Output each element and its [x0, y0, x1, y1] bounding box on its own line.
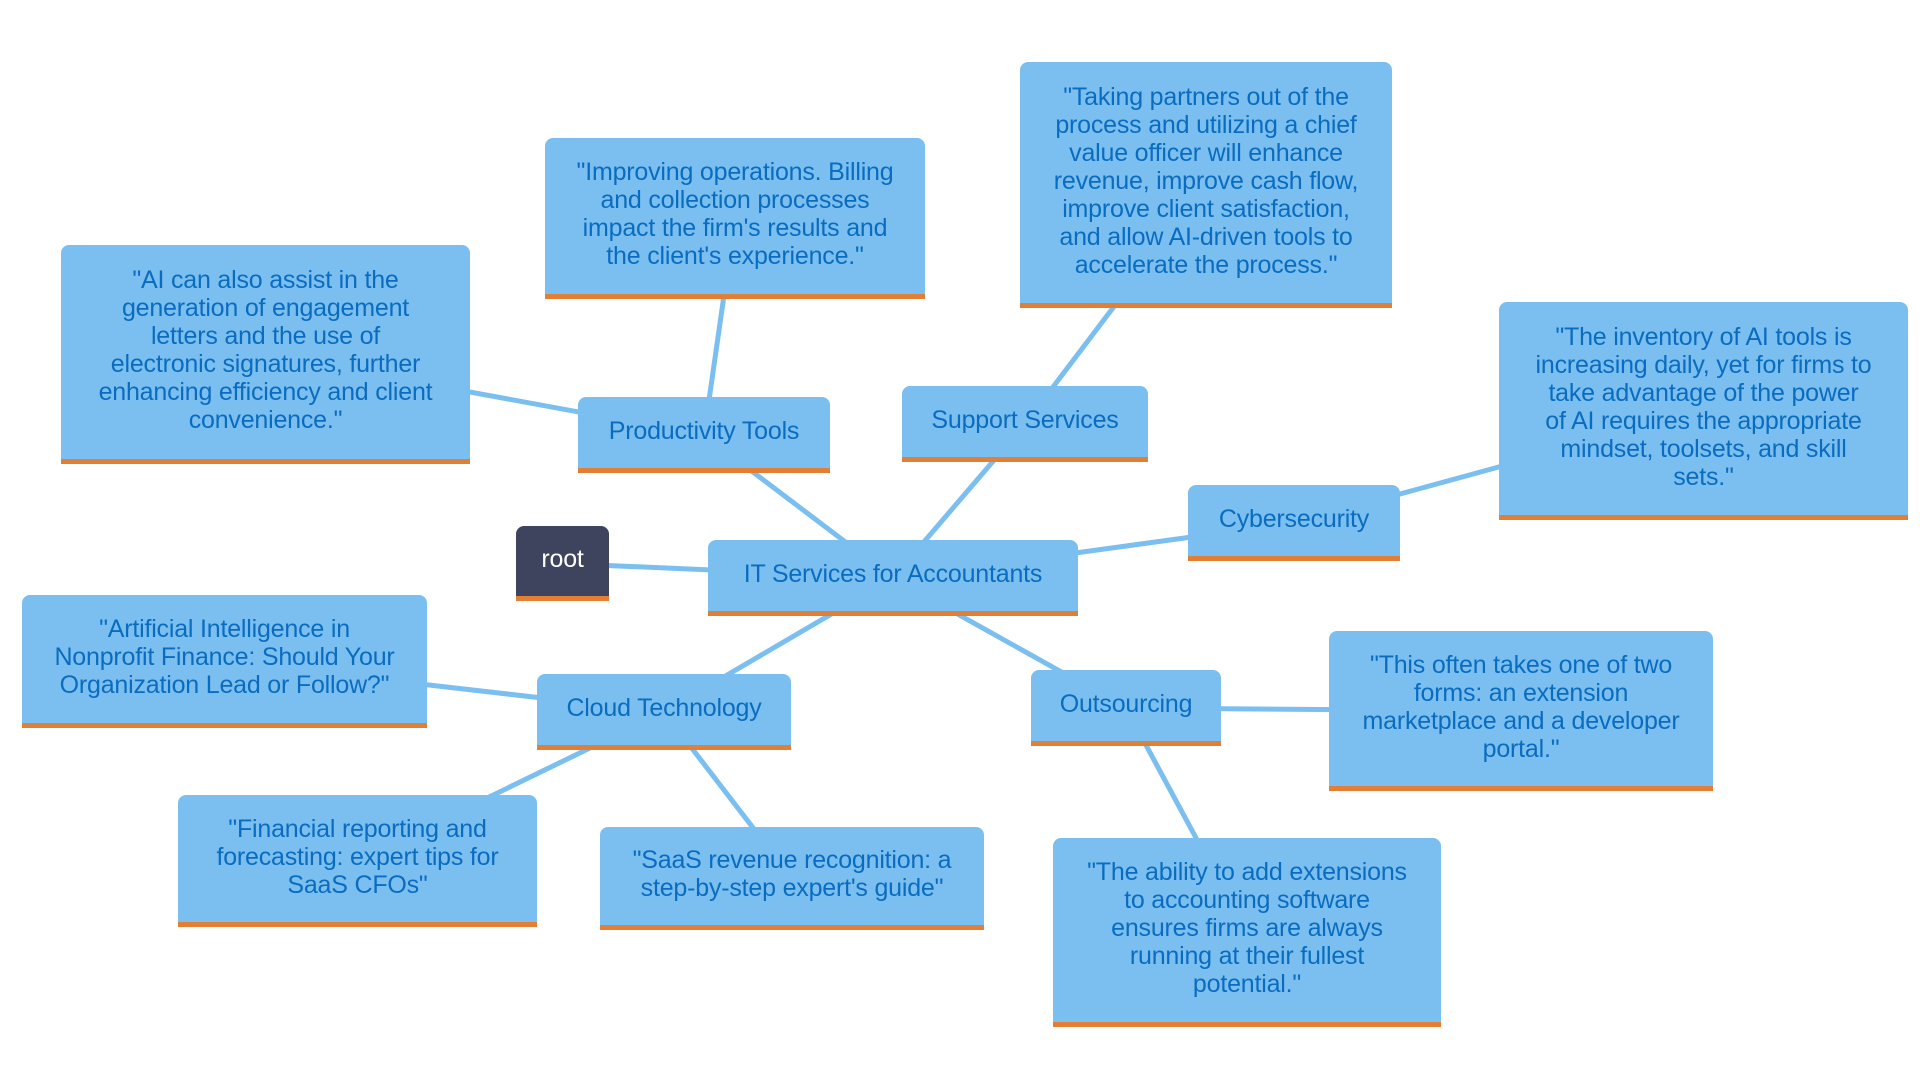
- quote-node-chief-value-officer[interactable]: "Taking partners out of the process and …: [1020, 62, 1392, 308]
- central-topic-node[interactable]: IT Services for Accountants: [708, 540, 1078, 616]
- quote-node-saas-revenue-recognition[interactable]: "SaaS revenue recognition: a step-by-ste…: [600, 827, 984, 930]
- root-node[interactable]: root: [516, 526, 609, 601]
- productivity-tools-node[interactable]: Productivity Tools: [578, 397, 830, 473]
- quote-node-extension-marketplace[interactable]: "This often takes one of two forms: an e…: [1329, 631, 1713, 791]
- quote-node-nonprofit-finance-ai[interactable]: "Artificial Intelligence in Nonprofit Fi…: [22, 595, 427, 728]
- quote-node-financial-reporting[interactable]: "Financial reporting and forecasting: ex…: [178, 795, 537, 927]
- quote-label: "The inventory of AI tools is increasing…: [1535, 322, 1872, 491]
- quote-label: "Improving operations. Billing and colle…: [576, 158, 894, 270]
- quote-label: "This often takes one of two forms: an e…: [1362, 650, 1680, 763]
- outsourcing-label: Outsourcing: [1059, 689, 1193, 718]
- outsourcing-node[interactable]: Outsourcing: [1031, 670, 1221, 746]
- quote-label: "Financial reporting and forecasting: ex…: [216, 814, 499, 899]
- quote-label: "Artificial Intelligence in Nonprofit Fi…: [54, 615, 395, 699]
- quote-node-ai-engagement-letters[interactable]: "AI can also assist in the generation of…: [61, 245, 470, 464]
- central-topic-label: IT Services for Accountants: [743, 559, 1043, 588]
- support-services-node[interactable]: Support Services: [902, 386, 1148, 462]
- cloud-technology-node[interactable]: Cloud Technology: [537, 674, 791, 750]
- quote-node-accounting-extensions[interactable]: "The ability to add extensions to accoun…: [1053, 838, 1441, 1027]
- quote-label: "AI can also assist in the generation of…: [98, 266, 433, 434]
- quote-label: "The ability to add extensions to accoun…: [1087, 858, 1407, 998]
- root-node-label: root: [541, 545, 584, 573]
- quote-node-improving-operations[interactable]: "Improving operations. Billing and colle…: [545, 138, 925, 299]
- support-services-label: Support Services: [931, 405, 1119, 434]
- cybersecurity-label: Cybersecurity: [1218, 504, 1370, 533]
- quote-label: "SaaS revenue recognition: a step-by-ste…: [632, 846, 952, 902]
- cybersecurity-node[interactable]: Cybersecurity: [1188, 485, 1400, 561]
- quote-label: "Taking partners out of the process and …: [1053, 82, 1359, 279]
- productivity-tools-label: Productivity Tools: [608, 416, 800, 445]
- quote-node-ai-tools-inventory[interactable]: "The inventory of AI tools is increasing…: [1499, 302, 1908, 520]
- cloud-technology-label: Cloud Technology: [566, 693, 762, 722]
